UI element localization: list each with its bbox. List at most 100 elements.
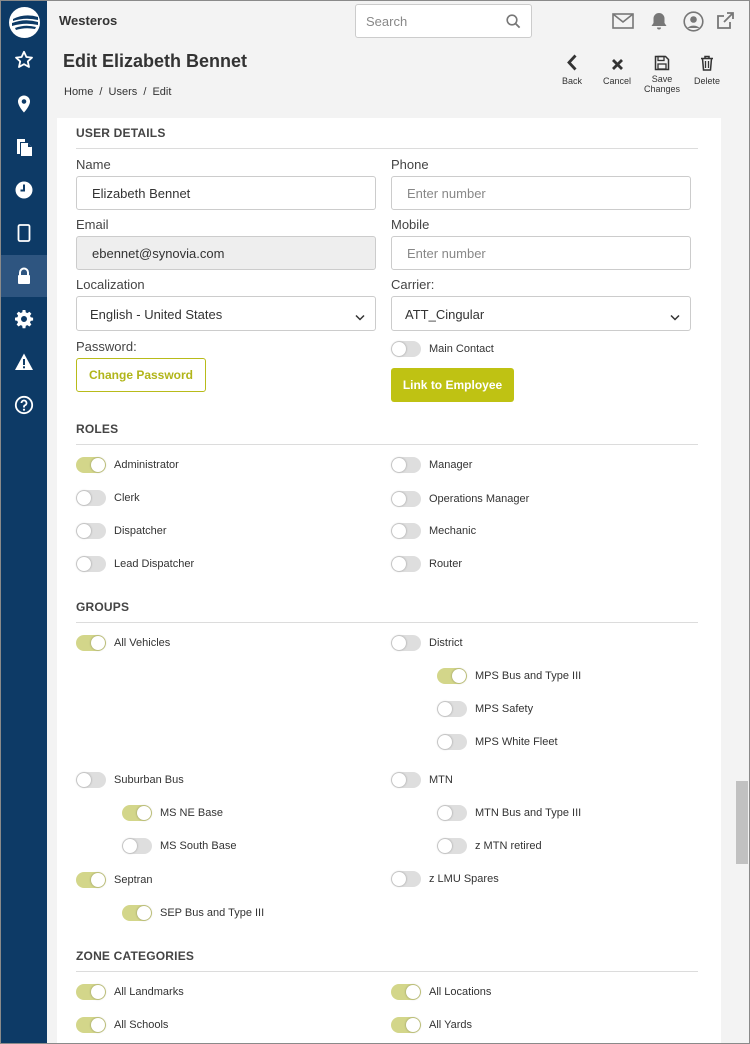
localization-select[interactable]: English - United States — [76, 296, 376, 331]
zone-category-toggle-row: All Locations — [391, 984, 491, 1000]
email-label: Email — [76, 217, 109, 232]
mobile-field[interactable] — [391, 236, 691, 270]
group-label: All Vehicles — [114, 637, 171, 649]
group-toggle[interactable] — [122, 838, 152, 854]
breadcrumb-edit: Edit — [152, 86, 172, 98]
group-toggle[interactable] — [391, 635, 421, 651]
password-label: Password: — [76, 339, 137, 354]
group-toggle[interactable] — [122, 805, 152, 821]
group-toggle[interactable] — [437, 701, 467, 717]
group-label: MPS Bus and Type III — [475, 670, 582, 682]
edit-user-panel: USER DETAILS Name Phone Email Mobile Loc… — [57, 118, 721, 1044]
role-toggle[interactable] — [76, 556, 106, 572]
role-label: Operations Manager — [429, 493, 530, 505]
external-link-icon[interactable] — [714, 10, 736, 32]
save-label-line1: Save — [651, 74, 673, 84]
group-label: MPS Safety — [475, 703, 534, 715]
name-field[interactable] — [76, 176, 376, 210]
gear-icon[interactable] — [1, 298, 47, 340]
lock-icon[interactable] — [1, 255, 47, 297]
tablet-icon[interactable] — [1, 212, 47, 254]
role-label: Dispatcher — [114, 525, 167, 537]
zone-category-toggle-row: All Landmarks — [76, 984, 184, 1000]
scrollbar[interactable] — [735, 107, 749, 1043]
zone-category-label: All Locations — [429, 986, 492, 998]
main-contact-toggle[interactable] — [391, 341, 421, 357]
role-toggle-row: Operations Manager — [391, 491, 529, 507]
carrier-label: Carrier: — [391, 277, 435, 292]
warning-icon[interactable] — [1, 341, 47, 383]
group-toggle[interactable] — [391, 772, 421, 788]
role-toggle[interactable] — [76, 523, 106, 539]
group-label: Septran — [114, 874, 153, 886]
group-label: MPS White Fleet — [475, 736, 558, 748]
group-toggle[interactable] — [76, 635, 106, 651]
group-label: z MTN retired — [475, 840, 542, 852]
groups-heading: GROUPS — [76, 600, 130, 614]
section-divider — [76, 444, 698, 445]
carrier-select[interactable]: ATT_Cingular — [391, 296, 691, 331]
role-toggle[interactable] — [391, 491, 421, 507]
clock-icon[interactable] — [1, 169, 47, 211]
zone-category-toggle[interactable] — [391, 1017, 421, 1033]
back-button[interactable]: Back — [552, 53, 592, 86]
link-to-employee-button[interactable]: Link to Employee — [391, 368, 514, 402]
search-box — [355, 4, 532, 38]
role-toggle-row: Clerk — [76, 490, 140, 506]
page-header: Edit Elizabeth Bennet Home / Users / Edi… — [47, 41, 749, 107]
zone-category-toggle[interactable] — [391, 984, 421, 1000]
change-password-button[interactable]: Change Password — [76, 358, 206, 392]
role-toggle[interactable] — [391, 457, 421, 473]
mail-icon[interactable] — [612, 10, 634, 32]
user-details-heading: USER DETAILS — [76, 126, 166, 140]
phone-label: Phone — [391, 157, 429, 172]
bell-icon[interactable] — [648, 10, 670, 32]
group-toggle-row: MPS Bus and Type III — [437, 668, 581, 684]
group-toggle[interactable] — [76, 872, 106, 888]
main-contact-toggle-row: Main Contact — [391, 341, 494, 357]
email-field[interactable] — [76, 236, 376, 270]
name-label: Name — [76, 157, 111, 172]
content-area: USER DETAILS Name Phone Email Mobile Loc… — [47, 107, 749, 1044]
breadcrumb-home[interactable]: Home — [64, 86, 93, 98]
save-changes-button[interactable]: Save Changes — [642, 53, 682, 94]
role-toggle[interactable] — [391, 556, 421, 572]
zone-categories-heading: ZONE CATEGORIES — [76, 949, 195, 963]
logo-icon[interactable] — [9, 7, 40, 38]
group-toggle[interactable] — [437, 838, 467, 854]
zone-category-toggle[interactable] — [76, 984, 106, 1000]
search-input[interactable] — [356, 5, 496, 37]
delete-button[interactable]: Delete — [687, 53, 727, 86]
zone-category-toggle[interactable] — [76, 1017, 106, 1033]
group-toggle[interactable] — [76, 772, 106, 788]
group-toggle-row: MTN Bus and Type III — [437, 805, 581, 821]
role-toggle[interactable] — [76, 490, 106, 506]
group-label: MS South Base — [160, 840, 237, 852]
topbar: Westeros — [47, 1, 749, 41]
group-toggle[interactable] — [437, 805, 467, 821]
help-icon[interactable] — [1, 384, 47, 426]
breadcrumb-users[interactable]: Users — [109, 86, 138, 98]
scrollbar-thumb[interactable] — [736, 781, 748, 864]
star-icon[interactable] — [1, 39, 47, 81]
role-toggle-row: Administrator — [76, 457, 179, 473]
group-toggle[interactable] — [437, 734, 467, 750]
group-toggle[interactable] — [122, 905, 152, 921]
documents-icon[interactable] — [1, 126, 47, 168]
chevron-down-icon — [670, 309, 680, 324]
chevron-left-icon — [552, 53, 592, 71]
phone-field[interactable] — [391, 176, 691, 210]
search-icon[interactable] — [506, 14, 521, 34]
role-toggle[interactable] — [76, 457, 106, 473]
user-circle-icon[interactable] — [682, 10, 704, 32]
role-toggle[interactable] — [391, 523, 421, 539]
map-pin-icon[interactable] — [1, 83, 47, 125]
group-toggle-row: All Vehicles — [76, 635, 170, 651]
group-toggle[interactable] — [437, 668, 467, 684]
group-toggle[interactable] — [391, 871, 421, 887]
breadcrumb-separator: / — [99, 86, 103, 98]
delete-label: Delete — [693, 76, 720, 86]
page-title: Edit Elizabeth Bennet — [63, 51, 248, 71]
close-icon — [597, 53, 637, 71]
cancel-button[interactable]: Cancel — [597, 53, 637, 86]
